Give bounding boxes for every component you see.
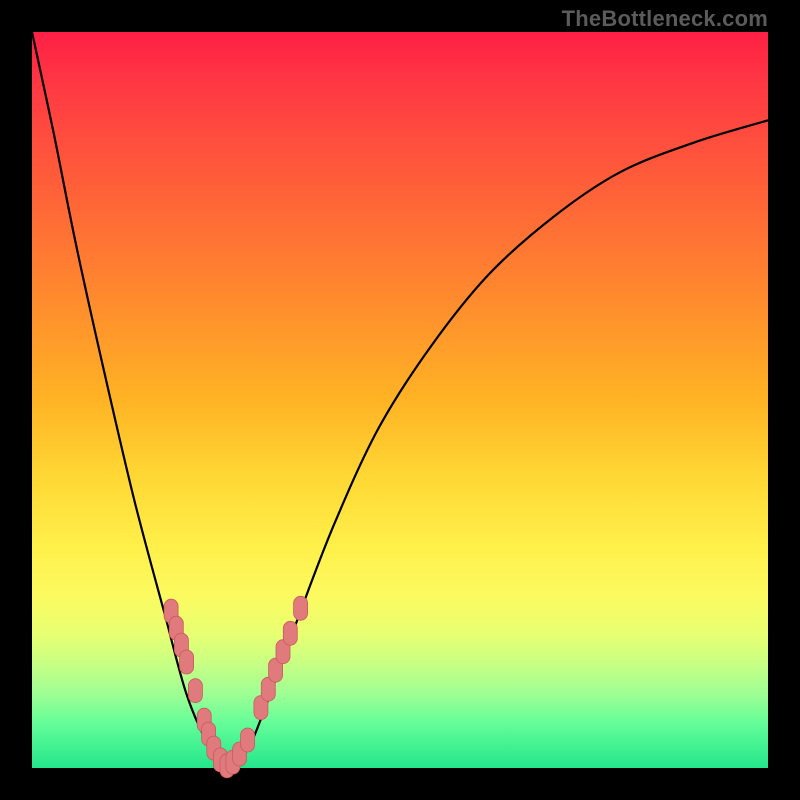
bottleneck-curve-svg: [32, 32, 768, 768]
curve-marker: [241, 728, 255, 752]
marker-group: [164, 596, 308, 778]
bottleneck-curve-path: [32, 32, 768, 768]
curve-marker: [294, 596, 308, 620]
chart-frame: TheBottleneck.com: [0, 0, 800, 800]
curve-marker: [188, 679, 202, 703]
plot-area: [32, 32, 768, 768]
curve-marker: [283, 621, 297, 645]
curve-marker: [180, 650, 194, 674]
watermark-label: TheBottleneck.com: [562, 6, 768, 32]
